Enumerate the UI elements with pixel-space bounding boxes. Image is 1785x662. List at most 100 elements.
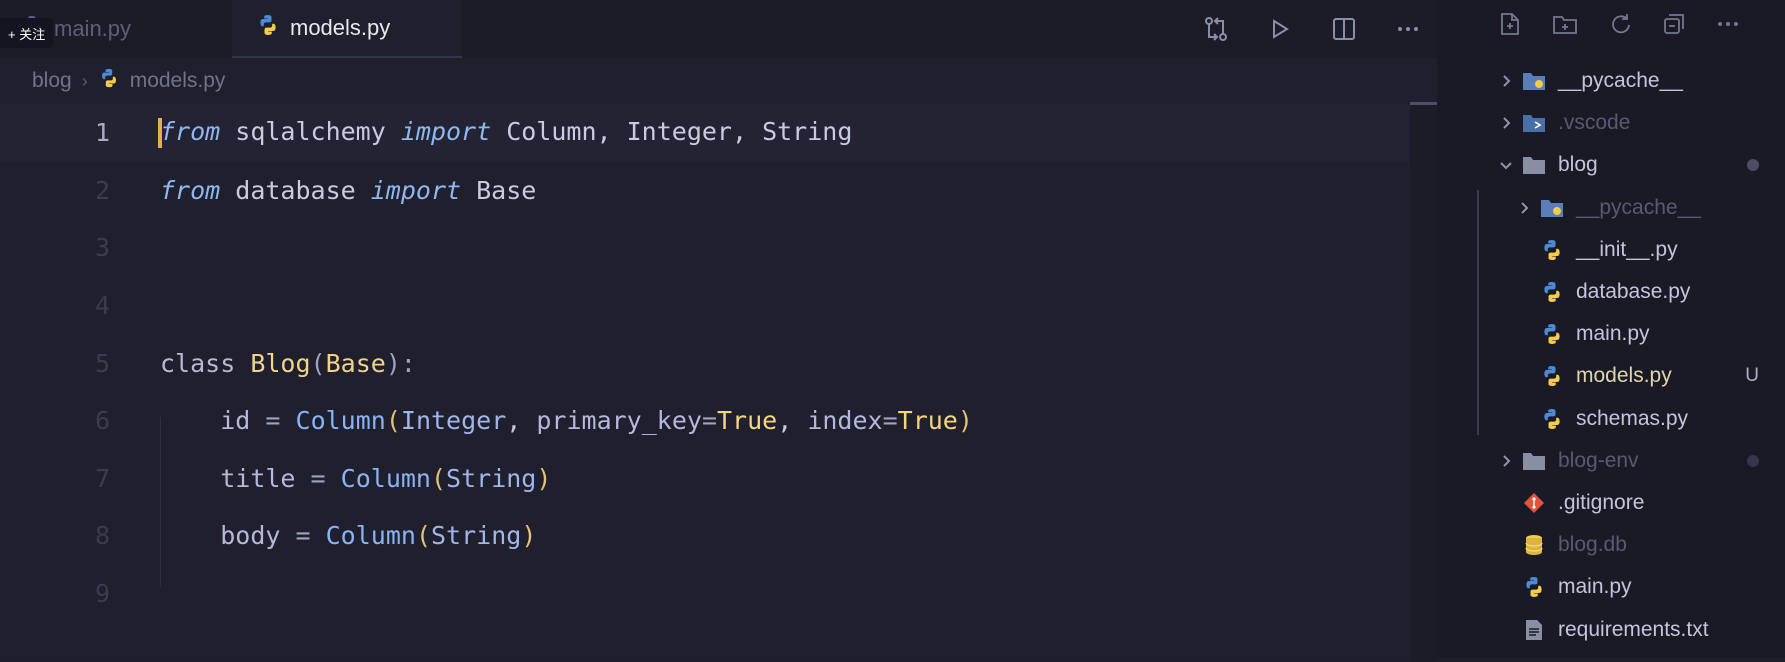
chevron-down-icon[interactable] xyxy=(1497,156,1515,174)
tree-item[interactable]: schemas.py xyxy=(1437,398,1785,440)
code-text: class Blog(Base): xyxy=(160,348,416,378)
tree-item[interactable]: __pycache__ xyxy=(1437,60,1785,102)
code-text: id = Column(Integer, primary_key=True, i… xyxy=(220,406,973,436)
tree-item[interactable]: database.py xyxy=(1437,271,1785,313)
chevron-right-icon[interactable] xyxy=(1515,199,1533,217)
tree-item-label: main.py xyxy=(1558,575,1632,599)
split-editor-icon[interactable] xyxy=(1329,14,1359,44)
more-icon[interactable] xyxy=(1715,11,1741,42)
code-line: 8 body = Column(String) xyxy=(0,507,1410,565)
database-icon xyxy=(1521,532,1547,558)
code-editor[interactable]: 1 from sqlalchemy import Column, Integer… xyxy=(0,104,1410,622)
chevron-right-icon[interactable] xyxy=(1497,114,1515,132)
tab-models-py[interactable]: models.py xyxy=(232,0,462,58)
code-text: body = Column(String) xyxy=(220,521,537,551)
folder-icon xyxy=(1521,152,1547,178)
editor-scrollbar[interactable] xyxy=(1410,102,1437,662)
file-tree: __pycache__ .vscode blog __pycache__ __init_… xyxy=(1437,60,1785,651)
tree-item[interactable]: blog-env xyxy=(1437,440,1785,482)
python-icon xyxy=(256,13,280,43)
run-icon[interactable] xyxy=(1265,14,1295,44)
modified-dot xyxy=(1747,454,1759,467)
python-icon xyxy=(1521,574,1547,600)
explorer-actions xyxy=(1437,0,1785,52)
line-number: 5 xyxy=(94,348,110,378)
python-icon xyxy=(1539,363,1565,389)
tree-item-label: __pycache__ xyxy=(1558,69,1683,93)
tree-item-label: blog.db xyxy=(1558,533,1627,557)
chevron-right-icon[interactable] xyxy=(1497,452,1515,470)
follow-badge[interactable]: + 关注 xyxy=(0,18,54,48)
tab-actions xyxy=(1201,0,1423,58)
indent-guide xyxy=(160,417,161,587)
code-line: 3 xyxy=(0,219,1410,277)
tree-item-label: blog-env xyxy=(1558,448,1639,472)
breadcrumb-file[interactable]: models.py xyxy=(130,69,226,93)
tree-item[interactable]: requirements.txt xyxy=(1437,608,1785,650)
tree-item-label: __init__.py xyxy=(1576,237,1678,261)
new-file-icon[interactable] xyxy=(1497,11,1523,42)
git-status-badge: U xyxy=(1745,365,1759,387)
folder-python-icon xyxy=(1539,195,1565,221)
tab-label: main.py xyxy=(54,16,132,41)
code-line: 2 from database import Base xyxy=(0,162,1410,220)
line-number: 4 xyxy=(94,291,110,321)
folder-python-icon xyxy=(1521,68,1547,94)
tree-item-label: requirements.txt xyxy=(1558,617,1709,641)
tree-item[interactable]: blog.db xyxy=(1437,524,1785,566)
tree-item[interactable]: __pycache__ xyxy=(1437,187,1785,229)
tree-item[interactable]: blog xyxy=(1437,144,1785,186)
breadcrumb-folder[interactable]: blog xyxy=(32,69,72,93)
tree-item[interactable]: main.py xyxy=(1437,566,1785,608)
text-icon xyxy=(1521,617,1547,643)
tree-item[interactable]: __init__.py xyxy=(1437,229,1785,271)
tree-item-label: __pycache__ xyxy=(1576,195,1701,219)
python-icon xyxy=(1539,406,1565,432)
tree-item[interactable]: models.py U xyxy=(1437,355,1785,397)
code-text: from database import Base xyxy=(160,175,537,205)
code-line: 4 xyxy=(0,277,1410,335)
tree-item-label: models.py xyxy=(1576,364,1672,388)
more-icon[interactable] xyxy=(1393,14,1423,44)
tree-item[interactable]: .vscode xyxy=(1437,102,1785,144)
compare-changes-icon[interactable] xyxy=(1201,14,1231,44)
refresh-icon[interactable] xyxy=(1607,11,1633,42)
text-cursor xyxy=(158,118,162,149)
git-icon xyxy=(1521,490,1547,516)
line-number: 2 xyxy=(94,175,110,205)
code-line: 5 class Blog(Base): xyxy=(0,334,1410,392)
chevron-right-icon: › xyxy=(81,70,88,91)
python-icon xyxy=(1539,237,1565,263)
line-number: 8 xyxy=(94,521,110,551)
tab-label: models.py xyxy=(290,15,391,40)
python-icon xyxy=(1539,321,1565,347)
code-line: 9 xyxy=(0,565,1410,623)
breadcrumb: blog › models.py xyxy=(32,64,225,98)
tree-item-label: blog xyxy=(1558,153,1598,177)
tree-item-label: main.py xyxy=(1576,322,1650,346)
tab-bar: main.py models.py + 关注 xyxy=(0,0,1437,58)
folder-vscode-icon xyxy=(1521,110,1547,136)
chevron-right-icon[interactable] xyxy=(1497,72,1515,90)
code-text: title = Column(String) xyxy=(220,463,552,493)
line-number: 6 xyxy=(94,406,110,436)
tree-indent-guide xyxy=(1477,190,1479,435)
line-number: 7 xyxy=(94,463,110,493)
tree-item-label: .gitignore xyxy=(1558,490,1645,514)
explorer-sidebar: __pycache__ .vscode blog __pycache__ __init_… xyxy=(1437,0,1785,658)
line-number: 9 xyxy=(94,579,110,609)
tree-item-label: schemas.py xyxy=(1576,406,1689,430)
tree-item-label: database.py xyxy=(1576,280,1691,304)
code-line: 7 title = Column(String) xyxy=(0,450,1410,508)
tree-item[interactable]: main.py xyxy=(1437,313,1785,355)
new-folder-icon[interactable] xyxy=(1551,11,1579,42)
tree-item[interactable]: .gitignore xyxy=(1437,482,1785,524)
editor-area: main.py models.py + 关注 blog › models.py … xyxy=(0,0,1437,662)
scrollbar-cursor-mark xyxy=(1410,102,1437,105)
line-number: 3 xyxy=(94,233,110,263)
modified-dot xyxy=(1747,159,1759,172)
folder-icon xyxy=(1521,448,1547,474)
python-icon xyxy=(1539,279,1565,305)
collapse-icon[interactable] xyxy=(1661,11,1687,42)
code-text: from sqlalchemy import Column, Integer, … xyxy=(158,117,853,149)
